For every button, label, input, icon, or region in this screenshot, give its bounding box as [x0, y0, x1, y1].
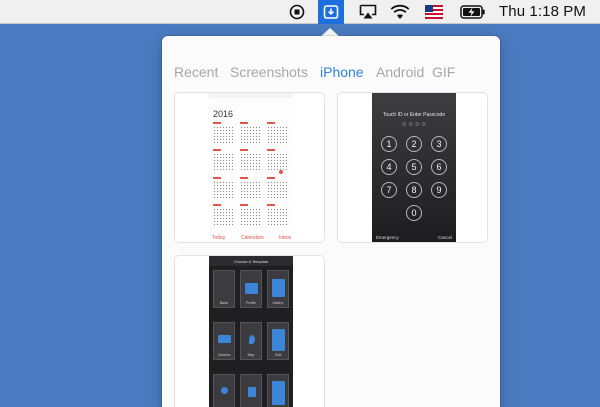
- grid-icon: [272, 329, 285, 351]
- thumbnail-calendar[interactable]: 2016 Today Calendars Inbox: [174, 92, 325, 243]
- template-tile: Profile: [240, 270, 262, 308]
- key-3: 3: [431, 136, 447, 152]
- calendar-screenshot: 2016 Today Calendars Inbox: [209, 93, 293, 242]
- profile-icon: [245, 283, 258, 294]
- passcode-screenshot: Touch ID or Enter Passcode 1 2 3 4 5 6 7…: [372, 93, 456, 242]
- calendar-month: [240, 177, 262, 199]
- gallery-icon: [272, 279, 285, 297]
- circle-icon: [221, 387, 228, 394]
- template-tile: Camera: [213, 322, 235, 360]
- template-tile: [240, 374, 262, 407]
- passcode-emergency: Emergency: [376, 235, 399, 240]
- airplay-icon[interactable]: [356, 0, 380, 24]
- calendar-month: [240, 149, 262, 171]
- calendar-month: [267, 122, 289, 144]
- key-8: 8: [406, 182, 422, 198]
- template-screenshot: Choose A Template Basic Profile Gallery …: [209, 256, 293, 407]
- template-title: Choose A Template: [233, 259, 269, 264]
- passcode-cancel: Cancel: [437, 235, 452, 240]
- calendar-month: [267, 149, 289, 171]
- battery-charging-icon[interactable]: [458, 0, 488, 24]
- menu-bar: Thu 1:18 PM: [0, 0, 600, 24]
- passcode-title: Touch ID or Enter Passcode: [382, 112, 446, 118]
- wifi-icon[interactable]: [388, 0, 412, 24]
- tab-recent[interactable]: Recent: [174, 64, 218, 80]
- calendar-month: [267, 204, 289, 226]
- key-5: 5: [406, 159, 422, 175]
- screenshot-tray-icon[interactable]: [318, 0, 344, 24]
- calendar-footer-inbox: Inbox: [279, 235, 292, 241]
- calendar-footer-calendars: Calendars: [241, 235, 264, 241]
- template-tile: [267, 374, 289, 407]
- tab-android[interactable]: Android: [376, 64, 424, 80]
- key-7: 7: [381, 182, 397, 198]
- map-pin-icon: [249, 335, 255, 344]
- template-tile: Basic: [213, 270, 235, 308]
- template-tile: [213, 374, 235, 407]
- us-flag-icon[interactable]: [422, 0, 446, 24]
- key-2: 2: [406, 136, 422, 152]
- calendar-month: [213, 149, 235, 171]
- stop-record-icon[interactable]: [286, 0, 308, 24]
- calendar-month: [213, 122, 235, 144]
- key-1: 1: [381, 136, 397, 152]
- thumbnail-template[interactable]: Choose A Template Basic Profile Gallery …: [174, 255, 325, 407]
- tab-screenshots[interactable]: Screenshots: [230, 64, 308, 80]
- camera-icon: [218, 335, 231, 343]
- tab-iphone[interactable]: iPhone: [320, 64, 364, 80]
- template-tile: Map: [240, 322, 262, 360]
- status-bar: [209, 93, 293, 98]
- key-6: 6: [431, 159, 447, 175]
- list-icon: [272, 381, 285, 405]
- calendar-month: [267, 177, 289, 199]
- key-9: 9: [431, 182, 447, 198]
- template-tile: Grid: [267, 322, 289, 360]
- menu-bar-clock[interactable]: Thu 1:18 PM: [499, 3, 586, 20]
- calendar-footer-today: Today: [212, 235, 226, 241]
- key-0: 0: [406, 205, 422, 221]
- calendar-month: [213, 204, 235, 226]
- thumbnail-passcode[interactable]: Touch ID or Enter Passcode 1 2 3 4 5 6 7…: [337, 92, 488, 243]
- tab-gif[interactable]: GIF: [432, 64, 455, 80]
- calendar-year: 2016: [213, 109, 234, 119]
- today-marker: [279, 170, 283, 174]
- template-tile: Gallery: [267, 270, 289, 308]
- calendar-month: [240, 122, 262, 144]
- document-icon: [248, 387, 256, 397]
- passcode-dots: [401, 122, 427, 126]
- key-4: 4: [381, 159, 397, 175]
- calendar-month: [213, 177, 235, 199]
- calendar-month: [240, 204, 262, 226]
